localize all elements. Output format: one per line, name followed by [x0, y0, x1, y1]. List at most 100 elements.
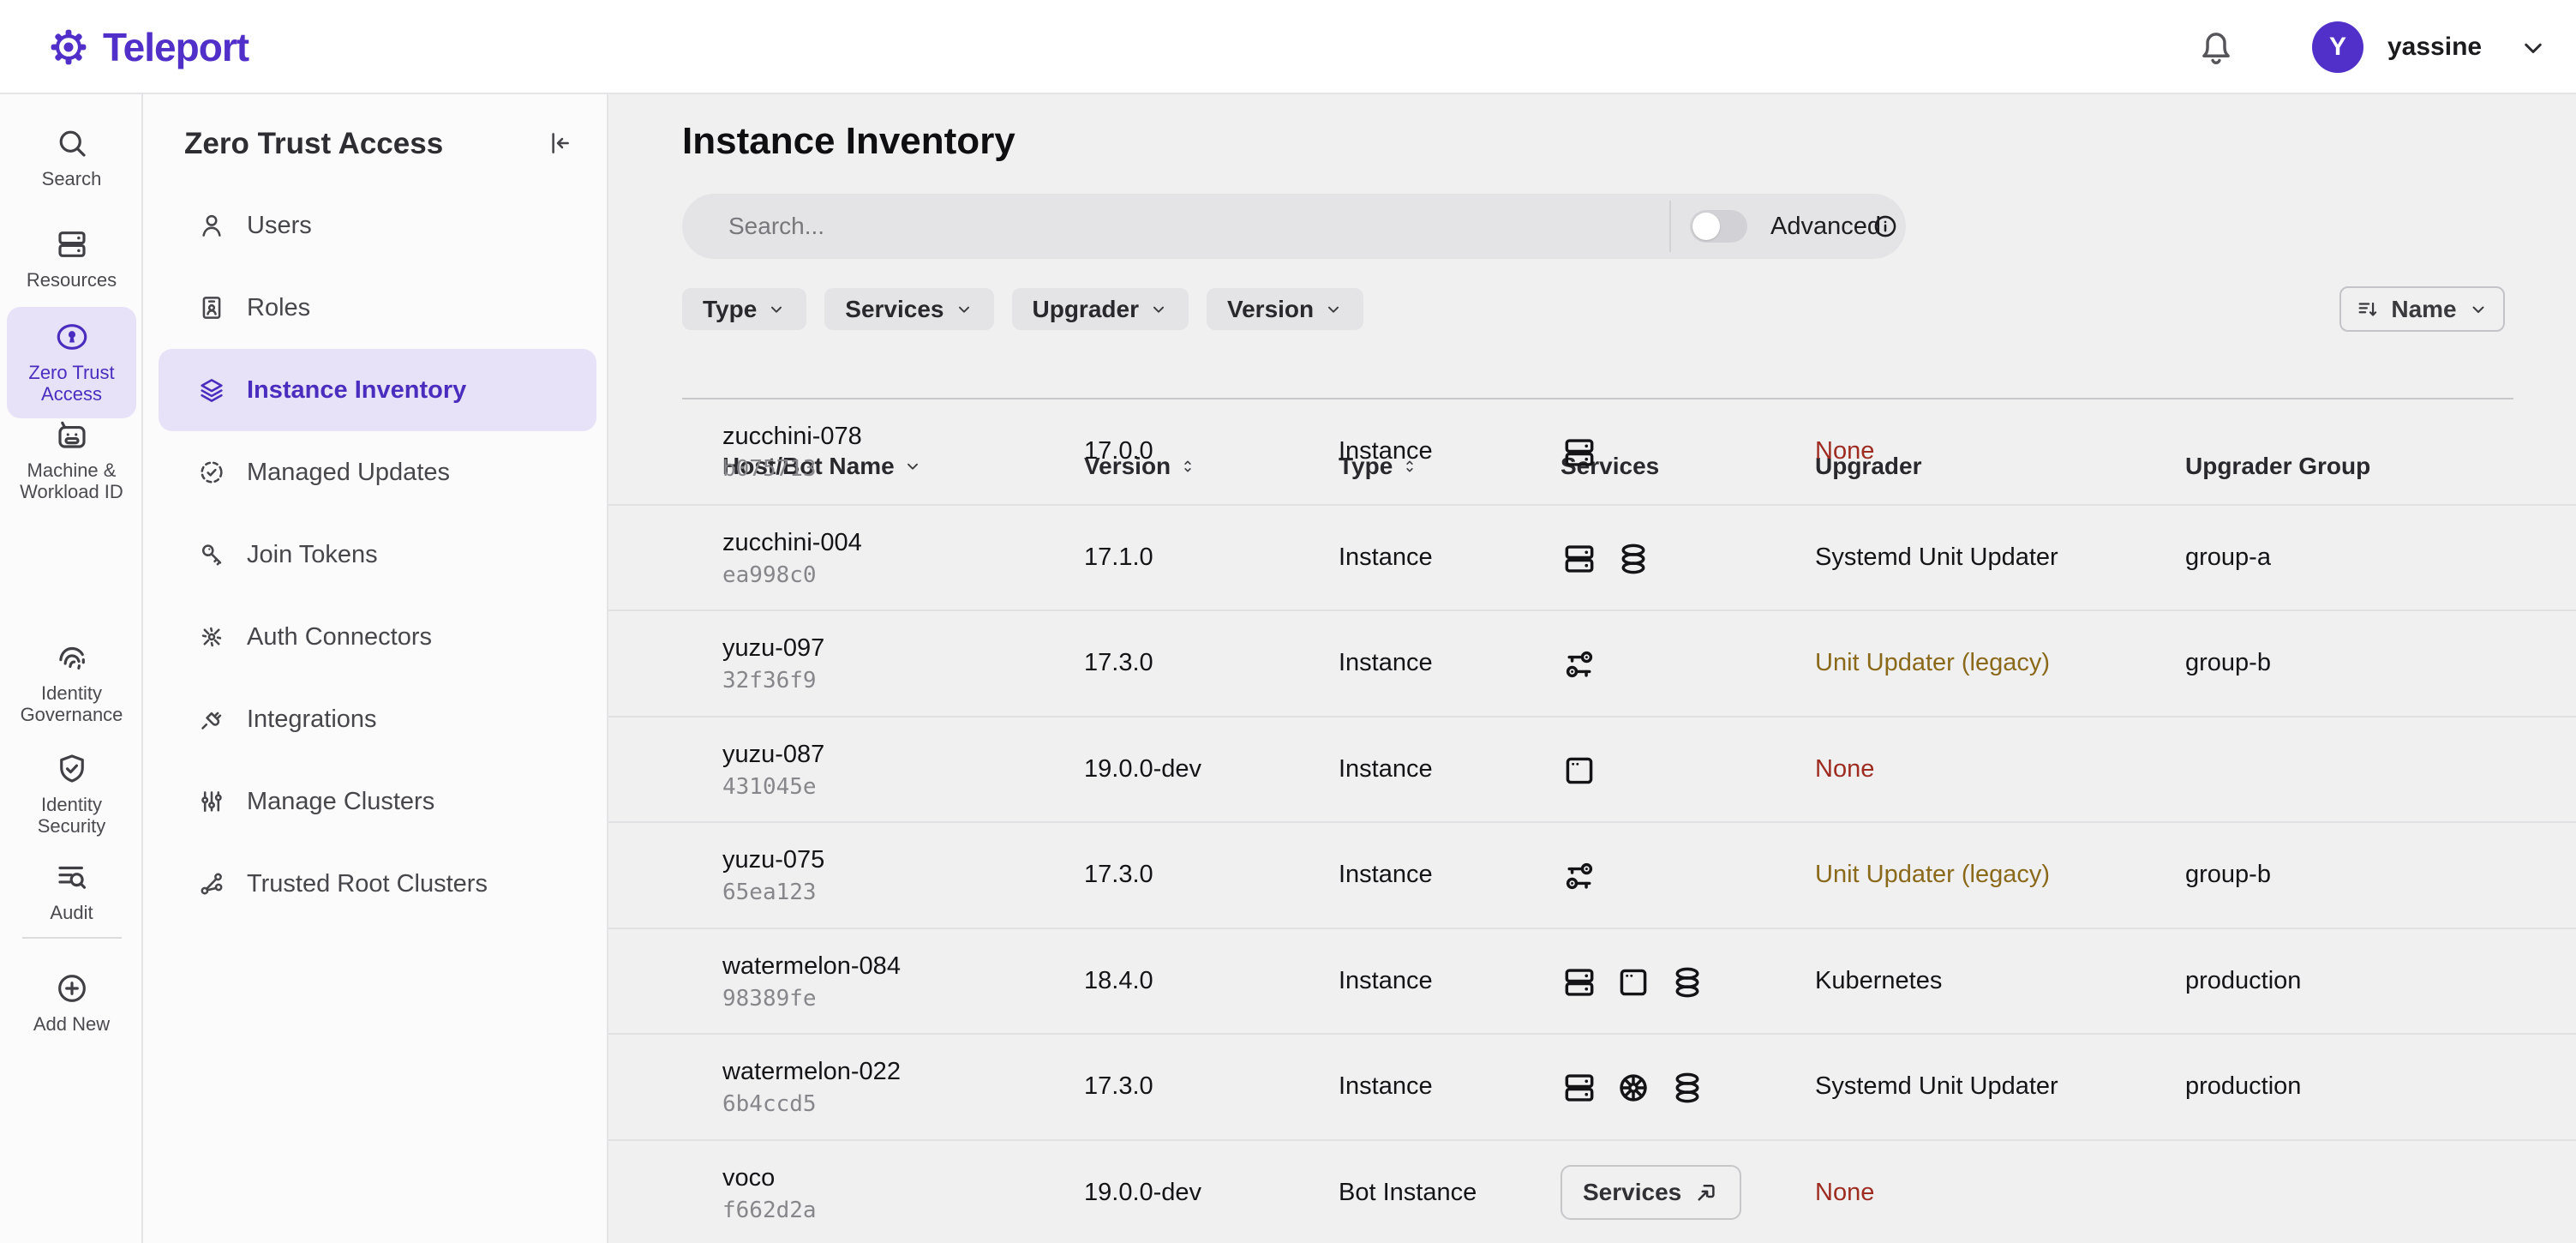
sidebar-item-join-tokens[interactable]: Join Tokens: [159, 513, 596, 596]
server-icon: [1561, 540, 1598, 578]
rail-item-label: Add New: [33, 1013, 110, 1035]
user-avatar[interactable]: Y: [2312, 21, 2363, 73]
manage-clusters-icon: [197, 787, 226, 816]
advanced-toggle-knob: [1692, 213, 1720, 240]
services-cell: [1561, 964, 1706, 1001]
sort-button-label: Name: [2391, 296, 2456, 323]
join-tokens-icon: [197, 540, 226, 569]
advanced-toggle[interactable]: [1690, 210, 1747, 243]
users-icon: [197, 211, 226, 240]
rail-item-search[interactable]: Search: [0, 125, 143, 189]
sort-button[interactable]: Name: [2339, 286, 2505, 332]
sidebar-item-roles[interactable]: Roles: [159, 267, 596, 349]
sidebar-item-auth-connectors[interactable]: Auth Connectors: [159, 596, 596, 678]
audit-icon: [54, 859, 90, 895]
host-hash: 6b4ccd5: [722, 1091, 817, 1117]
sidebar-item-label: Instance Inventory: [247, 376, 466, 405]
chevron-down-icon: [1149, 300, 1168, 319]
table-row-yuzu-097[interactable]: yuzu-09732f36f917.3.0InstanceUnit Update…: [608, 611, 2576, 718]
services-cell: [1561, 857, 1598, 895]
upgrader-cell: None: [1815, 437, 1874, 465]
table-row-zucchini-078[interactable]: zucchini-078b07571317.0.0InstanceNone: [608, 399, 2576, 506]
server-icon: [1561, 964, 1598, 1001]
page-title: Instance Inventory: [682, 120, 1015, 163]
host-name: yuzu-097: [722, 634, 824, 663]
sidebar-item-instance-inventory[interactable]: Instance Inventory: [159, 349, 596, 431]
rail-item-audit[interactable]: Audit: [0, 859, 143, 923]
sidebar-item-label: Managed Updates: [247, 459, 450, 487]
external-link-icon: [1693, 1180, 1719, 1205]
host-hash: 98389fe: [722, 986, 817, 1012]
chevron-down-icon: [955, 300, 973, 319]
rail-item-label: Audit: [50, 902, 93, 923]
type-cell: Instance: [1339, 437, 1433, 465]
user-name: yassine: [2387, 0, 2482, 94]
sidebar-item-users[interactable]: Users: [159, 184, 596, 267]
notifications-bell-icon[interactable]: [2194, 24, 2238, 69]
machine-workload-id-icon: [54, 417, 90, 453]
chevron-down-icon: [767, 300, 786, 319]
host-hash: 431045e: [722, 774, 817, 800]
host-hash: 32f36f9: [722, 668, 817, 694]
type-cell: Instance: [1339, 755, 1433, 784]
user-menu-chevron-down-icon[interactable]: [2518, 33, 2549, 63]
rail-item-add-new[interactable]: Add New: [0, 970, 143, 1035]
sidebar-item-label: Roles: [247, 294, 310, 322]
sidebar-item-manage-clusters[interactable]: Manage Clusters: [159, 760, 596, 843]
advanced-info-icon[interactable]: [1872, 213, 1899, 240]
rail-item-zero-trust-access[interactable]: Zero Trust Access: [7, 307, 136, 418]
table-row-voco[interactable]: vocof662d2a19.0.0-devBot InstanceService…: [608, 1141, 2576, 1243]
rail-item-label: Resources: [27, 269, 117, 291]
version-cell: 17.0.0: [1084, 437, 1153, 465]
filter-label: Services: [845, 296, 944, 323]
filter-upgrader[interactable]: Upgrader: [1012, 288, 1189, 330]
upgrader-group-cell: group-b: [2185, 861, 2271, 889]
services-cell: [1561, 434, 1598, 471]
database-icon: [1614, 540, 1652, 578]
roles-icon: [197, 293, 226, 322]
sidebar-title: Zero Trust Access: [184, 127, 443, 161]
table-row-yuzu-075[interactable]: yuzu-07565ea12317.3.0InstanceUnit Update…: [608, 823, 2576, 929]
sidebar-item-label: Auth Connectors: [247, 623, 432, 652]
host-name: watermelon-084: [722, 952, 901, 981]
teleport-logo[interactable]: Teleport: [48, 0, 249, 94]
sidebar-item-label: Join Tokens: [247, 541, 378, 569]
sidebar-item-managed-updates[interactable]: Managed Updates: [159, 431, 596, 513]
upgrader-cell: Kubernetes: [1815, 967, 1942, 995]
table-row-yuzu-087[interactable]: yuzu-087431045e19.0.0-devInstanceNone: [608, 718, 2576, 824]
table-row-zucchini-004[interactable]: zucchini-004ea998c017.1.0InstanceSystemd…: [608, 506, 2576, 612]
main-content: Instance Inventory Search... Advanced Ty…: [608, 94, 2576, 1243]
rail-item-machine-workload-id[interactable]: Machine & Workload ID: [0, 417, 143, 502]
version-cell: 18.4.0: [1084, 967, 1153, 995]
rail-item-label: Zero Trust Access: [28, 362, 114, 405]
filter-bar: Type Services Upgrader Version: [682, 288, 1363, 330]
filter-label: Upgrader: [1033, 296, 1139, 323]
table-row-watermelon-022[interactable]: watermelon-0226b4ccd517.3.0InstanceSyste…: [608, 1035, 2576, 1141]
search-placeholder[interactable]: Search...: [728, 194, 824, 259]
top-header: Teleport Y yassine: [0, 0, 2576, 94]
upgrader-cell: Unit Updater (legacy): [1815, 649, 2050, 677]
advanced-label: Advanced: [1770, 194, 1881, 259]
upgrader-cell: None: [1815, 1179, 1874, 1207]
host-name: watermelon-022: [722, 1058, 901, 1086]
sidebar-item-trusted-root-clusters[interactable]: Trusted Root Clusters: [159, 843, 596, 925]
filter-version[interactable]: Version: [1207, 288, 1363, 330]
sidebar-collapse-icon[interactable]: [544, 129, 573, 158]
resources-icon: [54, 226, 90, 262]
sidebar-item-integrations[interactable]: Integrations: [159, 678, 596, 760]
filter-type[interactable]: Type: [682, 288, 806, 330]
services-cell: [1561, 540, 1652, 578]
rail-item-resources[interactable]: Resources: [0, 226, 143, 291]
rail-item-identity-security[interactable]: Identity Security: [0, 751, 143, 837]
table-row-watermelon-084[interactable]: watermelon-08498389fe18.4.0InstanceKuber…: [608, 929, 2576, 1036]
upgrader-group-cell: group-a: [2185, 543, 2271, 572]
version-cell: 17.3.0: [1084, 861, 1153, 889]
database-icon: [1668, 1069, 1706, 1107]
upgrader-cell: None: [1815, 755, 1874, 784]
filter-label: Type: [703, 296, 757, 323]
rail-item-identity-governance[interactable]: Identity Governance: [0, 640, 143, 725]
services-button[interactable]: Services: [1561, 1165, 1741, 1220]
keys-icon: [1561, 857, 1598, 895]
filter-services[interactable]: Services: [824, 288, 993, 330]
search-icon: [54, 125, 90, 161]
